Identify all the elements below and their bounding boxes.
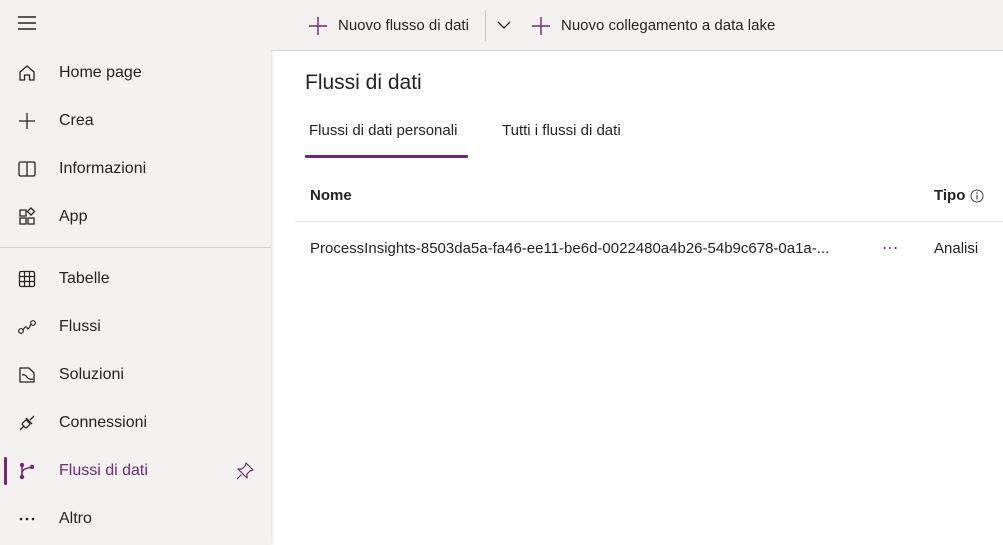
chevron-down-icon[interactable] bbox=[493, 14, 515, 36]
nav-item-apps[interactable]: App bbox=[0, 193, 271, 241]
info-icon[interactable] bbox=[970, 189, 984, 203]
nav-item-flows[interactable]: Flussi bbox=[0, 303, 271, 351]
nav-item-label: Soluzioni bbox=[59, 366, 124, 383]
nav-item-solutions[interactable]: Soluzioni bbox=[0, 351, 271, 399]
nav-item-label: Connessioni bbox=[59, 414, 148, 431]
nav-item-tables[interactable]: Tabelle bbox=[0, 255, 271, 303]
nav-item-connections[interactable]: Connessioni bbox=[0, 399, 271, 447]
flow-icon bbox=[16, 316, 38, 338]
plus-icon bbox=[308, 16, 328, 36]
dataflow-icon bbox=[16, 460, 38, 482]
active-indicator bbox=[4, 457, 7, 485]
nav-separator bbox=[0, 247, 271, 248]
dataflow-name-cell[interactable]: ProcessInsights-8503da5a-fa46-ee11-be6d-… bbox=[310, 240, 829, 257]
nav-item-label: Informazioni bbox=[59, 160, 147, 177]
solution-icon bbox=[16, 364, 38, 386]
nav-item-label: Home page bbox=[59, 64, 142, 81]
tab-my-dataflows[interactable]: Flussi di dati personali bbox=[309, 122, 457, 139]
pin-icon[interactable] bbox=[235, 461, 255, 481]
tab-all-dataflows[interactable]: Tutti i flussi di dati bbox=[502, 122, 621, 139]
new-dataflow-button[interactable]: Nuovo flusso di dati bbox=[308, 0, 469, 51]
nav-item-label: Crea bbox=[59, 112, 94, 129]
plug-icon bbox=[16, 412, 38, 434]
more-icon bbox=[16, 508, 38, 530]
dataflow-type-cell: Analisi bbox=[934, 240, 979, 257]
table-icon bbox=[16, 268, 38, 290]
new-datalake-link-button[interactable]: Nuovo collegamento a data lake bbox=[531, 0, 775, 51]
command-bar: Nuovo flusso di dati Nuovo collegamento … bbox=[271, 0, 1003, 51]
plus-icon bbox=[16, 110, 38, 132]
nav-item-create[interactable]: Crea bbox=[0, 97, 271, 145]
book-icon bbox=[16, 158, 38, 180]
nav-item-label: Tabelle bbox=[59, 270, 110, 287]
hamburger-menu-icon[interactable] bbox=[16, 14, 38, 32]
new-datalake-link-label: Nuovo collegamento a data lake bbox=[561, 17, 776, 34]
nav-item-label: App bbox=[59, 208, 88, 225]
nav-item-more[interactable]: Altro bbox=[0, 495, 271, 543]
column-header-type[interactable]: Tipo bbox=[934, 187, 965, 204]
nav-item-label: Altro bbox=[59, 510, 92, 527]
nav-item-learn[interactable]: Informazioni bbox=[0, 145, 271, 193]
selected-tab-indicator bbox=[305, 155, 468, 158]
nav-item-home[interactable]: Home page bbox=[0, 49, 271, 97]
nav-item-dataflows[interactable]: Flussi di dati bbox=[0, 447, 271, 495]
plus-icon bbox=[531, 16, 551, 36]
header-divider bbox=[295, 221, 1003, 222]
nav-item-label: Flussi di dati bbox=[59, 462, 148, 479]
nav-item-label: Flussi bbox=[59, 318, 101, 335]
column-header-name[interactable]: Nome bbox=[310, 187, 352, 204]
new-dataflow-label: Nuovo flusso di dati bbox=[338, 17, 469, 34]
apps-icon bbox=[16, 206, 38, 228]
page-title: Flussi di dati bbox=[305, 71, 422, 94]
home-icon bbox=[16, 62, 38, 84]
left-nav: Home page Crea Informazioni App Tabelle … bbox=[0, 0, 271, 545]
command-separator bbox=[485, 10, 486, 41]
more-options-icon[interactable] bbox=[880, 236, 900, 260]
